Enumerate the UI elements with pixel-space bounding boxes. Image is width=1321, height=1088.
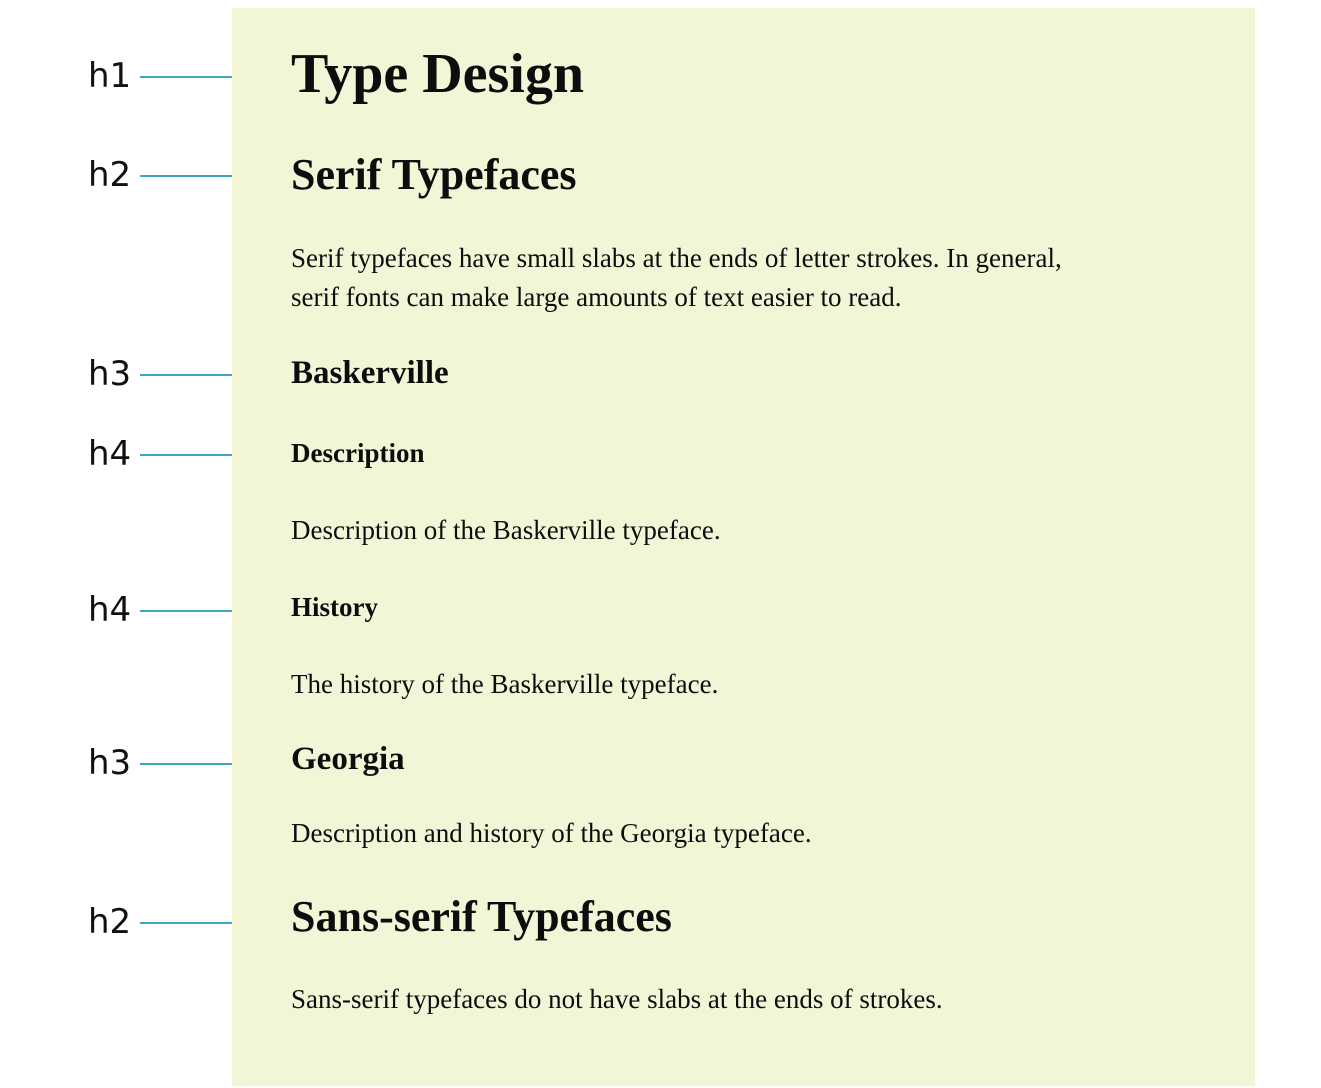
sans-serif-text: Sans-serif typefaces do not have slabs a… (291, 984, 943, 1014)
serif-intro-line-2: serif fonts can make large amounts of te… (291, 282, 902, 312)
annotation-label-h2: h2 (88, 155, 132, 195)
annotation-label-h2: h2 (88, 902, 132, 942)
serif-intro-line-1: Serif typefaces have small slabs at the … (291, 243, 1062, 273)
annotation-label-h1: h1 (88, 56, 132, 96)
baskerville-description-text: Description of the Baskerville typeface. (291, 515, 721, 545)
annotation-label-h4: h4 (88, 434, 132, 474)
annotation-label-h4: h4 (88, 590, 132, 630)
page-title: Type Design (291, 43, 584, 105)
annotation-label-h3: h3 (88, 354, 132, 394)
baskerville-history-text: The history of the Baskerville typeface. (291, 669, 719, 699)
subsection-heading-georgia: Georgia (291, 741, 405, 777)
georgia-text: Description and history of the Georgia t… (291, 818, 812, 848)
baskerville-description-heading: Description (291, 438, 425, 468)
section-heading-serif: Serif Typefaces (291, 150, 577, 199)
subsection-heading-baskerville: Baskerville (291, 355, 449, 391)
section-heading-sans-serif: Sans-serif Typefaces (291, 892, 672, 941)
baskerville-history-heading: History (291, 592, 378, 622)
annotation-label-h3: h3 (88, 743, 132, 783)
